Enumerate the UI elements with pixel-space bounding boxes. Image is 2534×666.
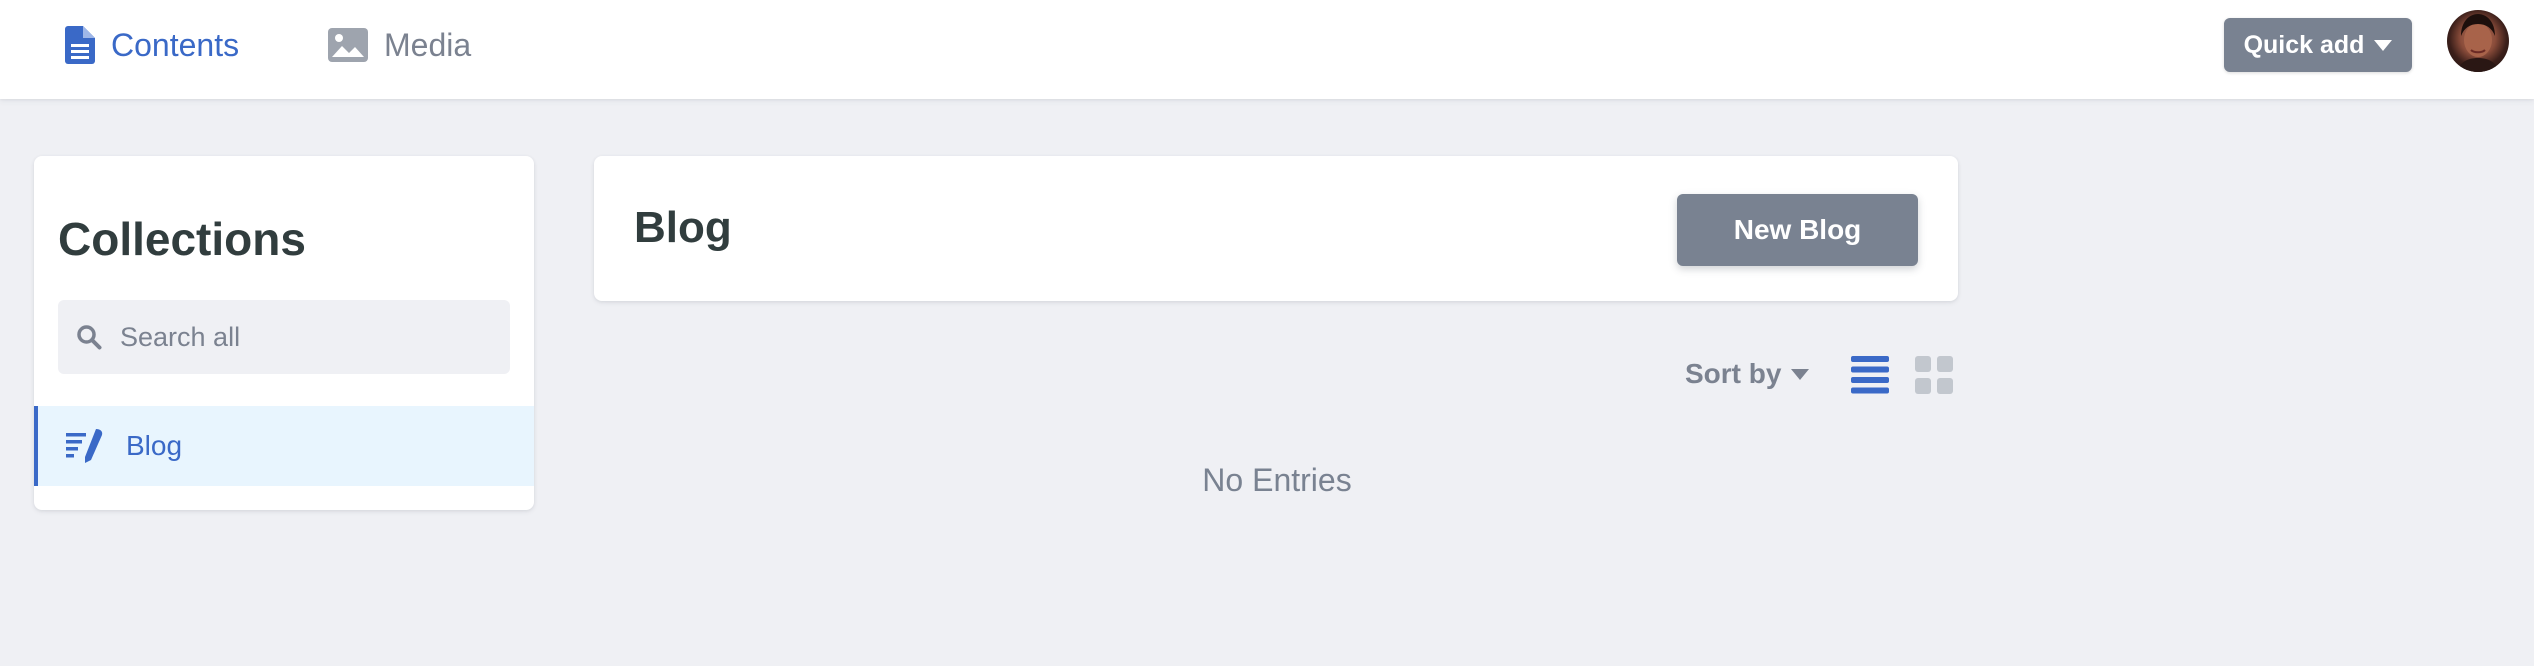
list-view-toggle[interactable]	[1851, 356, 1889, 399]
page-title: Blog	[634, 203, 732, 252]
collections-title: Collections	[58, 213, 306, 265]
search-input[interactable]	[120, 321, 480, 353]
image-icon	[328, 28, 368, 62]
grid-view-icon	[1915, 356, 1953, 394]
caret-down-icon	[2374, 39, 2393, 51]
caret-down-icon	[1791, 368, 1810, 380]
top-bar: Contents Media Quick add	[0, 0, 2534, 99]
nav-media-label: Media	[384, 26, 472, 63]
nav-contents-label: Contents	[111, 26, 240, 63]
sidebar-item-label: Blog	[126, 430, 183, 461]
quick-add-label: Quick add	[2243, 30, 2365, 59]
sort-by-label: Sort by	[1685, 358, 1782, 389]
document-icon	[65, 26, 95, 64]
write-icon	[66, 429, 103, 463]
collection-header: Blog New Blog	[594, 156, 1958, 301]
nav-media[interactable]: Media	[328, 22, 471, 68]
avatar[interactable]	[2447, 10, 2509, 72]
sidebar-item-blog[interactable]: Blog	[34, 406, 534, 486]
user-photo-icon	[2457, 14, 2499, 72]
quick-add-button[interactable]: Quick add	[2224, 18, 2412, 72]
nav-contents[interactable]: Contents	[65, 22, 239, 68]
empty-state-text: No Entries	[1202, 462, 1352, 498]
search-icon	[77, 325, 102, 350]
new-blog-button[interactable]: New Blog	[1677, 194, 1918, 266]
search-box[interactable]	[58, 300, 510, 374]
list-view-icon	[1851, 356, 1889, 394]
grid-view-toggle[interactable]	[1915, 356, 1953, 399]
sort-by-dropdown[interactable]: Sort by	[1685, 354, 1810, 394]
collections-sidebar: Collections Blog	[34, 156, 534, 510]
